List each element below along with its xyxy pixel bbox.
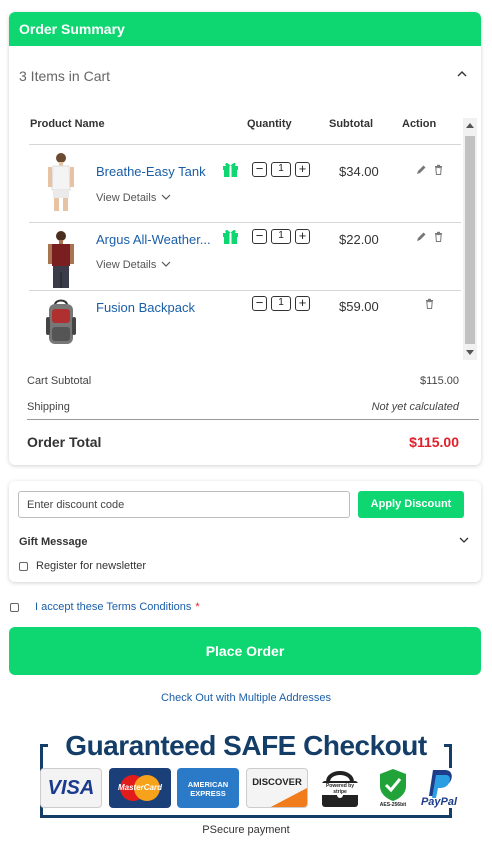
required-marker: * xyxy=(195,601,200,613)
chevron-up-icon[interactable] xyxy=(455,67,469,81)
edit-icon[interactable] xyxy=(416,231,427,242)
order-summary-title: Order Summary xyxy=(9,12,481,46)
table-divider xyxy=(29,290,461,291)
stripe-lock-icon: Powered by stripe xyxy=(314,768,366,808)
mastercard-text: MasterCard xyxy=(117,783,162,792)
scroll-up-arrow-icon[interactable] xyxy=(466,123,474,128)
column-action: Action xyxy=(402,118,437,130)
increase-qty-button[interactable]: + xyxy=(295,229,310,244)
trash-icon[interactable] xyxy=(424,298,435,309)
terms-checkbox[interactable] xyxy=(10,603,19,612)
newsletter-label[interactable]: Register for newsletter xyxy=(36,560,146,572)
view-details-toggle[interactable]: View Details xyxy=(96,192,171,204)
edit-icon[interactable] xyxy=(416,164,427,175)
table-divider xyxy=(29,144,461,145)
safe-checkout-title: Guaranteed SAFE Checkout xyxy=(23,730,469,762)
cart-subtotal-value: $115.00 xyxy=(420,375,459,387)
visa-text: VISA xyxy=(47,777,95,799)
table-divider xyxy=(29,222,461,223)
safe-checkout-badge: Guaranteed SAFE Checkout VISA MasterCard… xyxy=(23,730,469,820)
multiple-addresses-link[interactable]: Check Out with Multiple Addresses xyxy=(0,692,492,704)
view-details-toggle[interactable]: View Details xyxy=(96,259,171,271)
scrollbar-thumb[interactable] xyxy=(465,136,475,344)
visa-logo-icon: VISA xyxy=(40,768,102,808)
chevron-down-icon[interactable] xyxy=(458,534,470,546)
discount-card: Apply Discount Gift Message Register for… xyxy=(9,481,481,582)
column-subtotal: Subtotal xyxy=(329,118,373,130)
quantity-input[interactable]: 1 xyxy=(271,296,291,311)
amex-logo-icon: AMERICAN EXPRESS xyxy=(177,768,239,808)
order-total-label: Order Total xyxy=(27,434,102,450)
row-subtotal: $34.00 xyxy=(339,164,379,179)
product-image-tank[interactable] xyxy=(42,150,80,212)
increase-qty-button[interactable]: + xyxy=(295,162,310,177)
chevron-down-icon xyxy=(161,261,171,267)
gift-icon[interactable] xyxy=(222,160,239,177)
view-details-label: View Details xyxy=(96,192,157,204)
cart-subtotal-label: Cart Subtotal xyxy=(27,375,92,387)
quantity-input[interactable]: 1 xyxy=(271,162,291,177)
paypal-text: PayPal xyxy=(420,796,458,808)
order-summary-card: Order Summary 3 Items in Cart Product Na… xyxy=(9,12,481,465)
terms-label[interactable]: I accept these Terms Conditions * xyxy=(35,601,200,613)
decrease-qty-button[interactable]: − xyxy=(252,229,267,244)
cart-scrollbar[interactable] xyxy=(463,118,477,360)
safe-checkout-title-text: Guaranteed SAFE Checkout xyxy=(59,730,433,761)
items-in-cart-label: 3 Items in Cart xyxy=(19,68,111,84)
product-name-link[interactable]: Argus All-Weather... xyxy=(96,232,211,247)
product-name-link[interactable]: Breathe-Easy Tank xyxy=(96,164,206,179)
shipping-label: Shipping xyxy=(27,401,70,413)
product-image-argus[interactable] xyxy=(42,228,80,290)
scroll-down-arrow-icon[interactable] xyxy=(466,350,474,355)
increase-qty-button[interactable]: + xyxy=(295,296,310,311)
decrease-qty-button[interactable]: − xyxy=(252,162,267,177)
gift-message-title[interactable]: Gift Message xyxy=(19,536,87,548)
amex-text: AMERICAN EXPRESS xyxy=(187,780,229,798)
totals-divider xyxy=(27,419,479,420)
column-quantity: Quantity xyxy=(247,118,292,130)
stripe-text: Powered by stripe xyxy=(320,783,360,795)
row-subtotal: $22.00 xyxy=(339,232,379,247)
trash-icon[interactable] xyxy=(433,164,444,175)
secure-payment-caption: PSecure payment xyxy=(202,824,290,836)
terms-link[interactable]: I accept these Terms Conditions xyxy=(35,601,191,613)
column-product-name: Product Name xyxy=(30,118,105,130)
trash-icon[interactable] xyxy=(433,231,444,242)
apply-discount-button[interactable]: Apply Discount xyxy=(358,491,464,518)
product-name-link[interactable]: Fusion Backpack xyxy=(96,300,195,315)
paypal-logo-icon: PayPal xyxy=(415,768,463,808)
order-total-value: $115.00 xyxy=(409,434,459,450)
product-image-backpack[interactable] xyxy=(42,297,80,349)
discover-logo-icon: DISCOVER xyxy=(246,768,308,808)
aes-shield-icon: AES-256bit xyxy=(375,768,411,808)
discover-text: DISCOVER xyxy=(252,777,302,788)
row-subtotal: $59.00 xyxy=(339,299,379,314)
mastercard-logo-icon: MasterCard xyxy=(109,768,171,808)
quantity-input[interactable]: 1 xyxy=(271,229,291,244)
decrease-qty-button[interactable]: − xyxy=(252,296,267,311)
shipping-value: Not yet calculated xyxy=(371,401,459,413)
aes-text: AES-256bit xyxy=(379,802,407,808)
view-details-label: View Details xyxy=(96,259,157,271)
gift-icon[interactable] xyxy=(222,227,239,244)
chevron-down-icon xyxy=(161,194,171,200)
newsletter-checkbox[interactable] xyxy=(19,562,28,571)
place-order-button[interactable]: Place Order xyxy=(9,627,481,675)
discount-code-input[interactable] xyxy=(18,491,350,518)
